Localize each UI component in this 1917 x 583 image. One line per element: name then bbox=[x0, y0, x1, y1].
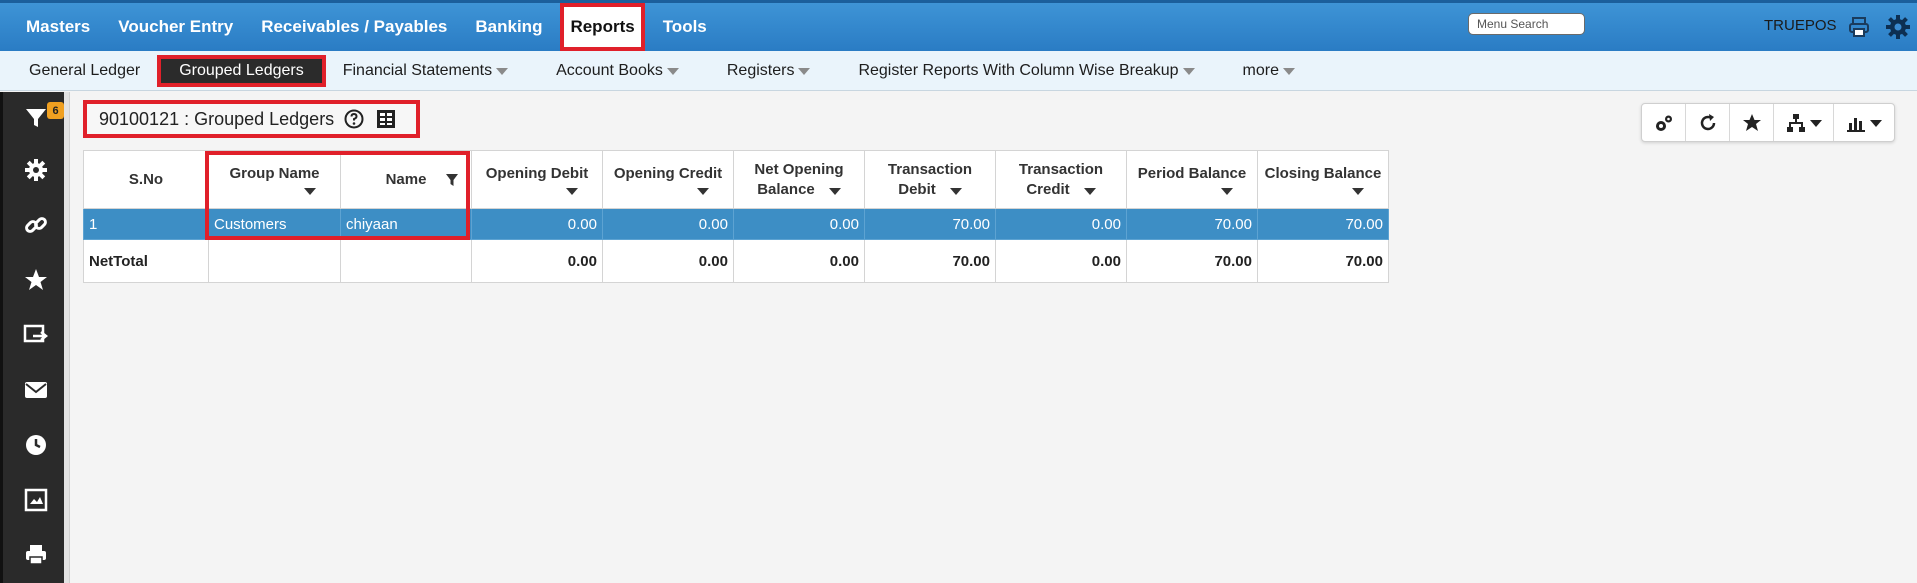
report-title-box: 90100121 : Grouped Ledgers bbox=[83, 100, 420, 138]
sort-down-icon[interactable] bbox=[828, 188, 841, 196]
sort-down-icon[interactable] bbox=[1083, 188, 1096, 196]
cell-transaction-debit[interactable]: 70.00 bbox=[864, 208, 996, 240]
submenu-registers[interactable]: Registers bbox=[714, 55, 824, 87]
help-icon[interactable] bbox=[344, 109, 364, 129]
menu-voucher-entry[interactable]: Voucher Entry bbox=[104, 3, 247, 51]
cell-net-opening-balance[interactable]: 0.00 bbox=[733, 208, 865, 240]
column-header-name[interactable]: Name bbox=[340, 150, 472, 209]
print-icon[interactable] bbox=[23, 542, 49, 568]
cogs-icon bbox=[1655, 115, 1672, 131]
column-header-transaction-credit[interactable]: Transaction Credit bbox=[995, 150, 1127, 209]
sort-down-icon[interactable] bbox=[304, 188, 316, 195]
cell-total-period-balance: 70.00 bbox=[1126, 239, 1258, 283]
sort-down-icon[interactable] bbox=[697, 188, 709, 195]
menu-masters[interactable]: Masters bbox=[12, 3, 104, 51]
menu-receivables-payables[interactable]: Receivables / Payables bbox=[247, 3, 461, 51]
top-navigation-bar: Masters Voucher Entry Receivables / Paya… bbox=[0, 0, 1917, 51]
submenu-general-ledger[interactable]: General Ledger bbox=[16, 55, 153, 87]
menu-banking[interactable]: Banking bbox=[461, 3, 556, 51]
cell-sno[interactable]: 1 bbox=[83, 208, 209, 240]
column-header-opening-debit[interactable]: Opening Debit bbox=[471, 150, 603, 209]
export-icon[interactable] bbox=[23, 322, 49, 348]
submenu-register-reports-column-breakup[interactable]: Register Reports With Column Wise Breaku… bbox=[845, 55, 1207, 87]
cell-total-closing-balance: 70.00 bbox=[1257, 239, 1389, 283]
link-icon[interactable] bbox=[23, 212, 49, 238]
main-menu: Masters Voucher Entry Receivables / Paya… bbox=[0, 3, 721, 51]
refresh-icon bbox=[1700, 113, 1715, 130]
cell-opening-credit[interactable]: 0.00 bbox=[602, 208, 734, 240]
cell-opening-debit[interactable]: 0.00 bbox=[471, 208, 603, 240]
submenu-financial-statements[interactable]: Financial Statements bbox=[330, 55, 521, 87]
column-header-period-balance[interactable]: Period Balance bbox=[1126, 150, 1258, 209]
cell-total-transaction-debit: 70.00 bbox=[864, 239, 996, 283]
column-header-group-name[interactable]: Group Name bbox=[208, 150, 341, 209]
cell-total-opening-debit: 0.00 bbox=[471, 239, 603, 283]
submenu-account-books[interactable]: Account Books bbox=[543, 55, 692, 87]
grouped-ledgers-table: S.No Group Name Name Opening Debit Openi… bbox=[83, 150, 1389, 283]
menu-search-input[interactable] bbox=[1468, 13, 1585, 35]
chevron-down-icon bbox=[496, 68, 509, 75]
cell-group-name[interactable]: Customers bbox=[208, 208, 341, 240]
cell-total-net-opening-balance: 0.00 bbox=[733, 239, 865, 283]
menu-reports[interactable]: Reports bbox=[560, 3, 645, 51]
net-total-row: NetTotal 0.00 0.00 0.00 70.00 0.00 70.00… bbox=[83, 239, 1389, 283]
mail-icon[interactable] bbox=[23, 377, 49, 403]
cell-total-opening-credit: 0.00 bbox=[602, 239, 734, 283]
sort-down-icon[interactable] bbox=[1221, 188, 1233, 195]
column-header-net-opening-balance[interactable]: Net Opening Balance bbox=[733, 150, 865, 209]
submenu-grouped-ledgers[interactable]: Grouped Ledgers bbox=[157, 54, 326, 87]
chevron-down-icon bbox=[1870, 120, 1882, 127]
star-icon bbox=[1742, 113, 1761, 131]
report-submenu-bar: General Ledger Grouped Ledgers Financial… bbox=[0, 51, 1917, 91]
chevron-down-icon bbox=[798, 68, 811, 75]
cell-name[interactable]: chiyaan bbox=[340, 208, 472, 240]
left-sidebar bbox=[0, 92, 64, 583]
chevron-down-icon bbox=[666, 68, 679, 75]
menu-tools[interactable]: Tools bbox=[649, 3, 721, 51]
bar-chart-icon bbox=[1847, 117, 1865, 132]
table-header-row: S.No Group Name Name Opening Debit Openi… bbox=[83, 150, 1389, 209]
page-title: 90100121 : Grouped Ledgers bbox=[99, 108, 335, 129]
chevron-down-icon bbox=[1283, 68, 1295, 75]
cell-net-total-label: NetTotal bbox=[83, 239, 209, 283]
brand-label: TRUEPOS bbox=[1764, 17, 1837, 34]
chevron-down-icon bbox=[1809, 120, 1822, 127]
cell-period-balance[interactable]: 70.00 bbox=[1126, 208, 1258, 240]
clock-icon[interactable] bbox=[23, 432, 49, 458]
column-filter-icon[interactable] bbox=[445, 173, 459, 187]
print-icon[interactable] bbox=[1848, 16, 1870, 38]
chevron-down-icon bbox=[1182, 68, 1195, 75]
image-icon[interactable] bbox=[23, 487, 49, 513]
submenu-more[interactable]: more bbox=[1230, 55, 1308, 87]
settings-gear-icon[interactable] bbox=[1885, 14, 1911, 40]
hierarchy-icon bbox=[1786, 113, 1805, 132]
hierarchy-dropdown-button[interactable] bbox=[1774, 104, 1834, 141]
sort-down-icon[interactable] bbox=[949, 188, 962, 196]
cell-total-transaction-credit: 0.00 bbox=[995, 239, 1127, 283]
column-layout-icon[interactable] bbox=[376, 109, 396, 129]
cell-total-name bbox=[340, 239, 472, 283]
refresh-button[interactable] bbox=[1686, 104, 1730, 141]
sort-down-icon[interactable] bbox=[566, 188, 578, 195]
chart-dropdown-button[interactable] bbox=[1834, 104, 1894, 141]
gear-icon[interactable] bbox=[23, 157, 49, 183]
cell-transaction-credit[interactable]: 0.00 bbox=[995, 208, 1127, 240]
column-header-transaction-debit[interactable]: Transaction Debit bbox=[864, 150, 996, 209]
column-header-opening-credit[interactable]: Opening Credit bbox=[602, 150, 734, 209]
report-toolbar bbox=[1641, 103, 1895, 142]
cell-total-group-name bbox=[208, 239, 341, 283]
column-header-sno[interactable]: S.No bbox=[83, 150, 209, 209]
filter-icon[interactable] bbox=[23, 105, 49, 131]
table-row[interactable]: 1 Customers chiyaan 0.00 0.00 0.00 70.00… bbox=[83, 208, 1389, 240]
sort-down-icon[interactable] bbox=[1352, 188, 1364, 195]
column-header-closing-balance[interactable]: Closing Balance bbox=[1257, 150, 1389, 209]
report-settings-button[interactable] bbox=[1642, 104, 1686, 141]
star-icon[interactable] bbox=[23, 267, 49, 293]
content-edge bbox=[64, 92, 70, 583]
cell-closing-balance[interactable]: 70.00 bbox=[1257, 208, 1389, 240]
favorite-button[interactable] bbox=[1730, 104, 1774, 141]
filter-count-badge: 6 bbox=[47, 102, 64, 119]
